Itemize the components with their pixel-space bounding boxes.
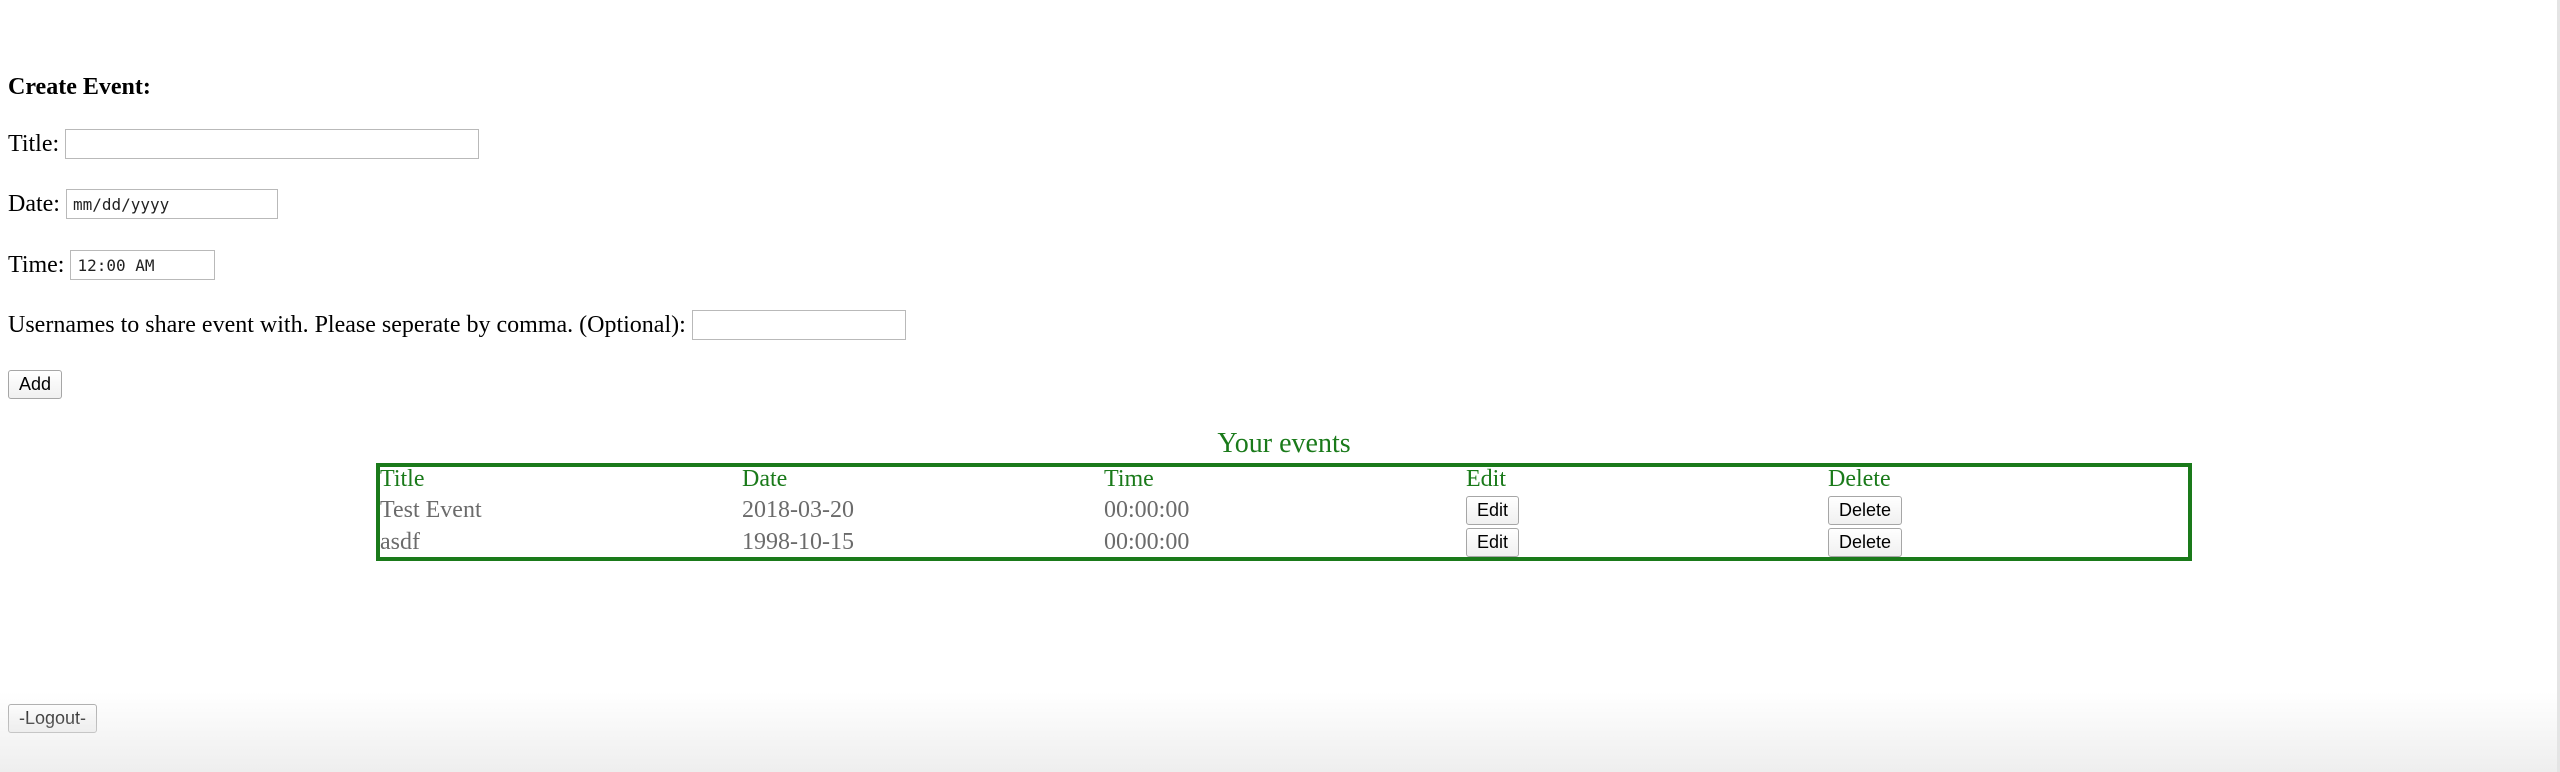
- time-row: Time: 12:00 AM: [8, 249, 216, 281]
- event-delete-cell: Delete: [1828, 526, 1903, 558]
- create-event-heading: Create Event:: [8, 74, 151, 100]
- window-bottom-shade: [0, 692, 2560, 772]
- title-label: Title:: [8, 130, 60, 157]
- date-label: Date:: [8, 190, 60, 217]
- delete-button[interactable]: Delete: [1828, 495, 1903, 525]
- event-date: 2018-03-20: [742, 496, 854, 523]
- title-row: Title:: [8, 128, 480, 160]
- event-edit-cell: Edit: [1466, 526, 1520, 558]
- share-row: Usernames to share event with. Please se…: [8, 309, 906, 341]
- event-time: 00:00:00: [1104, 496, 1190, 523]
- edit-button[interactable]: Edit: [1466, 495, 1520, 525]
- delete-button[interactable]: Delete: [1828, 527, 1903, 557]
- table-row: asdf 1998-10-15 00:00:00 Edit Delete: [380, 526, 2188, 558]
- header-delete: Delete: [1828, 465, 1891, 492]
- date-input[interactable]: mm/dd/yyyy: [65, 189, 278, 219]
- date-row: Date: mm/dd/yyyy: [8, 188, 278, 220]
- time-input[interactable]: 12:00 AM: [70, 250, 216, 280]
- table-header-row: Title Date Time Edit Delete: [380, 463, 2188, 495]
- add-button[interactable]: Add: [8, 370, 63, 399]
- share-input[interactable]: [691, 310, 906, 340]
- header-time: Time: [1104, 465, 1154, 492]
- time-label: Time:: [8, 251, 65, 278]
- time-input-value: 12:00 AM: [77, 255, 155, 275]
- edit-button[interactable]: Edit: [1466, 527, 1520, 557]
- events-caption: Your events: [1217, 428, 1351, 459]
- logout-button[interactable]: -Logout-: [8, 704, 98, 733]
- date-input-value: mm/dd/yyyy: [72, 194, 170, 214]
- header-title: Title: [380, 465, 425, 492]
- share-label: Usernames to share event with. Please se…: [8, 311, 686, 338]
- event-date: 1998-10-15: [742, 528, 854, 555]
- header-edit: Edit: [1466, 465, 1506, 492]
- event-time: 00:00:00: [1104, 528, 1190, 555]
- event-edit-cell: Edit: [1466, 494, 1520, 526]
- event-title: Test Event: [380, 496, 482, 523]
- header-date: Date: [742, 465, 788, 492]
- event-delete-cell: Delete: [1828, 494, 1903, 526]
- table-row: Test Event 2018-03-20 00:00:00 Edit Dele…: [380, 494, 2188, 526]
- title-input[interactable]: [65, 129, 480, 159]
- events-table: Title Date Time Edit Delete Test Event 2…: [376, 463, 2192, 561]
- event-title: asdf: [380, 528, 420, 555]
